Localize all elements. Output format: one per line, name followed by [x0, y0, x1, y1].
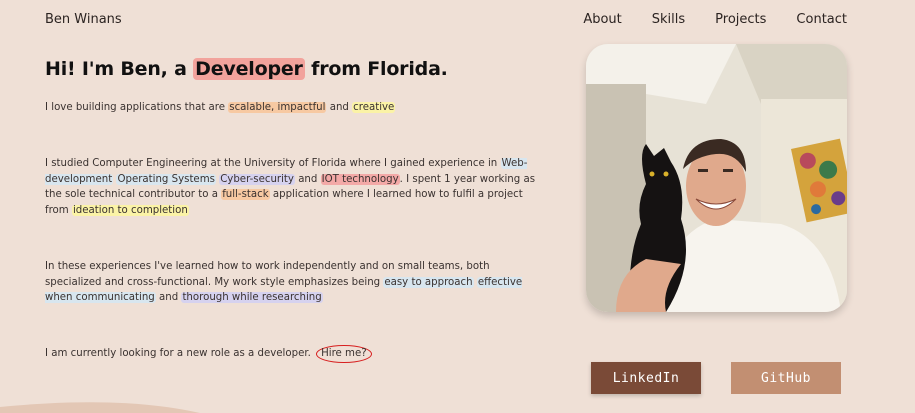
hire-me-link[interactable]: Hire me? [316, 345, 372, 363]
headline-text-end: from Florida. [304, 58, 448, 80]
text: and [155, 292, 182, 303]
profile-photo-illustration [586, 44, 847, 312]
tag-creative: creative [352, 102, 396, 113]
cta-paragraph: I am currently looking for a new role as… [45, 345, 545, 363]
tag-thorough-researching: thorough while researching [181, 292, 323, 303]
github-button[interactable]: GitHub [731, 362, 841, 394]
profile-photo [586, 44, 847, 312]
tag-full-stack: full-stack [221, 189, 270, 200]
text: and [326, 102, 353, 113]
tag-scalable: scalable, impactful [228, 102, 327, 113]
top-nav: About Skills Projects Contact [583, 12, 847, 27]
tag-cyber-security: Cyber-security [219, 173, 295, 185]
nav-projects[interactable]: Projects [715, 12, 766, 27]
page-title: Hi! I'm Ben, a Developer from Florida. [45, 58, 545, 80]
headline-text: Hi! I'm Ben, a [45, 58, 194, 80]
tag-ideation: ideation to completion [71, 204, 189, 216]
text: I love building applications that are [45, 102, 229, 113]
text: I studied Computer Engineering at the Un… [45, 158, 501, 169]
nav-skills[interactable]: Skills [652, 12, 685, 27]
linkedin-button[interactable]: LinkedIn [591, 362, 701, 394]
headline-highlight: Developer [193, 58, 305, 80]
text: I am currently looking for a new role as… [45, 348, 315, 359]
decorative-swoosh [0, 402, 200, 413]
nav-contact[interactable]: Contact [796, 12, 847, 27]
intro-section: Hi! I'm Ben, a Developer from Florida. I… [45, 58, 545, 363]
nav-about[interactable]: About [583, 12, 621, 27]
intro-paragraph: I love building applications that are sc… [45, 100, 545, 116]
workstyle-paragraph: In these experiences I've learned how to… [45, 259, 545, 306]
tag-operating-systems: Operating Systems [116, 173, 216, 185]
tag-easy-to-approach: easy to approach [383, 276, 474, 288]
tag-iot: IOT technology [320, 173, 400, 185]
text: and [294, 173, 321, 185]
education-paragraph: I studied Computer Engineering at the Un… [45, 156, 545, 218]
brand-name[interactable]: Ben Winans [45, 12, 122, 27]
